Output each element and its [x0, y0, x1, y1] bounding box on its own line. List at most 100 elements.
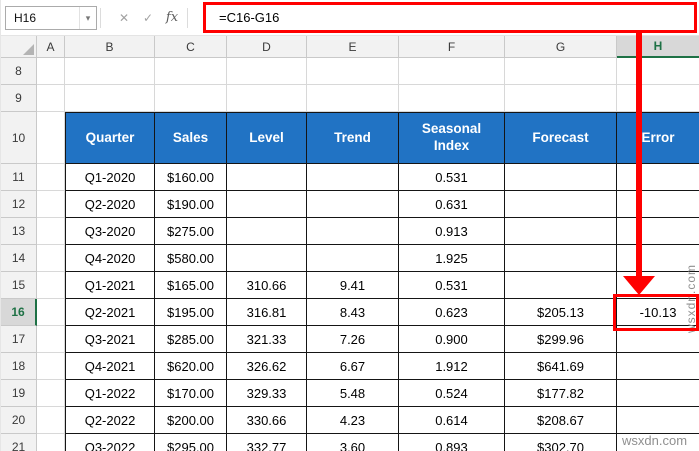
cell-A17[interactable]: [37, 326, 65, 353]
cell-C21[interactable]: $295.00: [155, 434, 227, 451]
cell-F20[interactable]: 0.614: [399, 407, 505, 434]
cell-C10[interactable]: Sales: [155, 112, 227, 164]
cell-G10[interactable]: Forecast: [505, 112, 617, 164]
insert-function-icon[interactable]: fx: [160, 6, 184, 30]
cell-B9[interactable]: [65, 85, 155, 112]
column-header-A[interactable]: A: [37, 36, 65, 58]
cell-D20[interactable]: 330.66: [227, 407, 307, 434]
cell-E13[interactable]: [307, 218, 399, 245]
cell-E21[interactable]: 3.60: [307, 434, 399, 451]
cell-G14[interactable]: [505, 245, 617, 272]
cell-B19[interactable]: Q1-2022: [65, 380, 155, 407]
cell-H20[interactable]: [617, 407, 699, 434]
cell-D21[interactable]: 332.77: [227, 434, 307, 451]
cell-A21[interactable]: [37, 434, 65, 451]
cell-A14[interactable]: [37, 245, 65, 272]
cell-E17[interactable]: 7.26: [307, 326, 399, 353]
cell-A15[interactable]: [37, 272, 65, 299]
column-header-F[interactable]: F: [399, 36, 505, 58]
cell-B13[interactable]: Q3-2020: [65, 218, 155, 245]
formula-input[interactable]: =C16-G16: [191, 5, 697, 30]
cell-E11[interactable]: [307, 164, 399, 191]
cell-H12[interactable]: [617, 191, 699, 218]
cell-E14[interactable]: [307, 245, 399, 272]
cell-B10[interactable]: Quarter: [65, 112, 155, 164]
column-header-D[interactable]: D: [227, 36, 307, 58]
cell-H10[interactable]: Error: [617, 112, 699, 164]
cell-D16[interactable]: 316.81: [227, 299, 307, 326]
cell-F16[interactable]: 0.623: [399, 299, 505, 326]
cell-A9[interactable]: [37, 85, 65, 112]
row-header-18[interactable]: 18: [1, 353, 37, 380]
row-header-19[interactable]: 19: [1, 380, 37, 407]
cell-D12[interactable]: [227, 191, 307, 218]
cell-G12[interactable]: [505, 191, 617, 218]
cell-F21[interactable]: 0.893: [399, 434, 505, 451]
column-header-H[interactable]: H: [617, 36, 699, 58]
cell-G21[interactable]: $302.70: [505, 434, 617, 451]
cell-F14[interactable]: 1.925: [399, 245, 505, 272]
cell-D13[interactable]: [227, 218, 307, 245]
cancel-icon[interactable]: ✕: [112, 6, 136, 30]
cell-C14[interactable]: $580.00: [155, 245, 227, 272]
cell-E8[interactable]: [307, 58, 399, 85]
cell-E20[interactable]: 4.23: [307, 407, 399, 434]
cell-G16[interactable]: $205.13: [505, 299, 617, 326]
cell-F10[interactable]: Seasonal Index: [399, 112, 505, 164]
cell-D15[interactable]: 310.66: [227, 272, 307, 299]
cell-G11[interactable]: [505, 164, 617, 191]
cell-C13[interactable]: $275.00: [155, 218, 227, 245]
row-header-13[interactable]: 13: [1, 218, 37, 245]
cell-D17[interactable]: 321.33: [227, 326, 307, 353]
cell-D9[interactable]: [227, 85, 307, 112]
cell-D11[interactable]: [227, 164, 307, 191]
row-header-12[interactable]: 12: [1, 191, 37, 218]
name-box[interactable]: H16 ▾: [5, 5, 97, 30]
name-box-dropdown-icon[interactable]: ▾: [79, 6, 96, 29]
cell-B8[interactable]: [65, 58, 155, 85]
cell-F9[interactable]: [399, 85, 505, 112]
cell-E9[interactable]: [307, 85, 399, 112]
cell-E18[interactable]: 6.67: [307, 353, 399, 380]
cell-F18[interactable]: 1.912: [399, 353, 505, 380]
cell-B18[interactable]: Q4-2021: [65, 353, 155, 380]
cell-C19[interactable]: $170.00: [155, 380, 227, 407]
cell-A13[interactable]: [37, 218, 65, 245]
cell-C16[interactable]: $195.00: [155, 299, 227, 326]
cell-G18[interactable]: $641.69: [505, 353, 617, 380]
column-header-E[interactable]: E: [307, 36, 399, 58]
cell-H13[interactable]: [617, 218, 699, 245]
cell-E12[interactable]: [307, 191, 399, 218]
cell-B20[interactable]: Q2-2022: [65, 407, 155, 434]
cell-F19[interactable]: 0.524: [399, 380, 505, 407]
cell-G15[interactable]: [505, 272, 617, 299]
cell-H19[interactable]: [617, 380, 699, 407]
cell-E16[interactable]: 8.43: [307, 299, 399, 326]
row-header-14[interactable]: 14: [1, 245, 37, 272]
cell-B11[interactable]: Q1-2020: [65, 164, 155, 191]
row-header-17[interactable]: 17: [1, 326, 37, 353]
cell-C15[interactable]: $165.00: [155, 272, 227, 299]
cell-H8[interactable]: [617, 58, 699, 85]
cell-D14[interactable]: [227, 245, 307, 272]
cell-B17[interactable]: Q3-2021: [65, 326, 155, 353]
cell-F13[interactable]: 0.913: [399, 218, 505, 245]
cell-G9[interactable]: [505, 85, 617, 112]
cell-C9[interactable]: [155, 85, 227, 112]
cell-E19[interactable]: 5.48: [307, 380, 399, 407]
row-header-11[interactable]: 11: [1, 164, 37, 191]
cell-D19[interactable]: 329.33: [227, 380, 307, 407]
cell-H18[interactable]: [617, 353, 699, 380]
cell-F17[interactable]: 0.900: [399, 326, 505, 353]
cell-D8[interactable]: [227, 58, 307, 85]
cell-D18[interactable]: 326.62: [227, 353, 307, 380]
cell-A11[interactable]: [37, 164, 65, 191]
cell-C11[interactable]: $160.00: [155, 164, 227, 191]
cell-F15[interactable]: 0.531: [399, 272, 505, 299]
cell-A20[interactable]: [37, 407, 65, 434]
cell-H9[interactable]: [617, 85, 699, 112]
cell-A12[interactable]: [37, 191, 65, 218]
row-header-15[interactable]: 15: [1, 272, 37, 299]
cell-B16[interactable]: Q2-2021: [65, 299, 155, 326]
cell-B21[interactable]: Q3-2022: [65, 434, 155, 451]
